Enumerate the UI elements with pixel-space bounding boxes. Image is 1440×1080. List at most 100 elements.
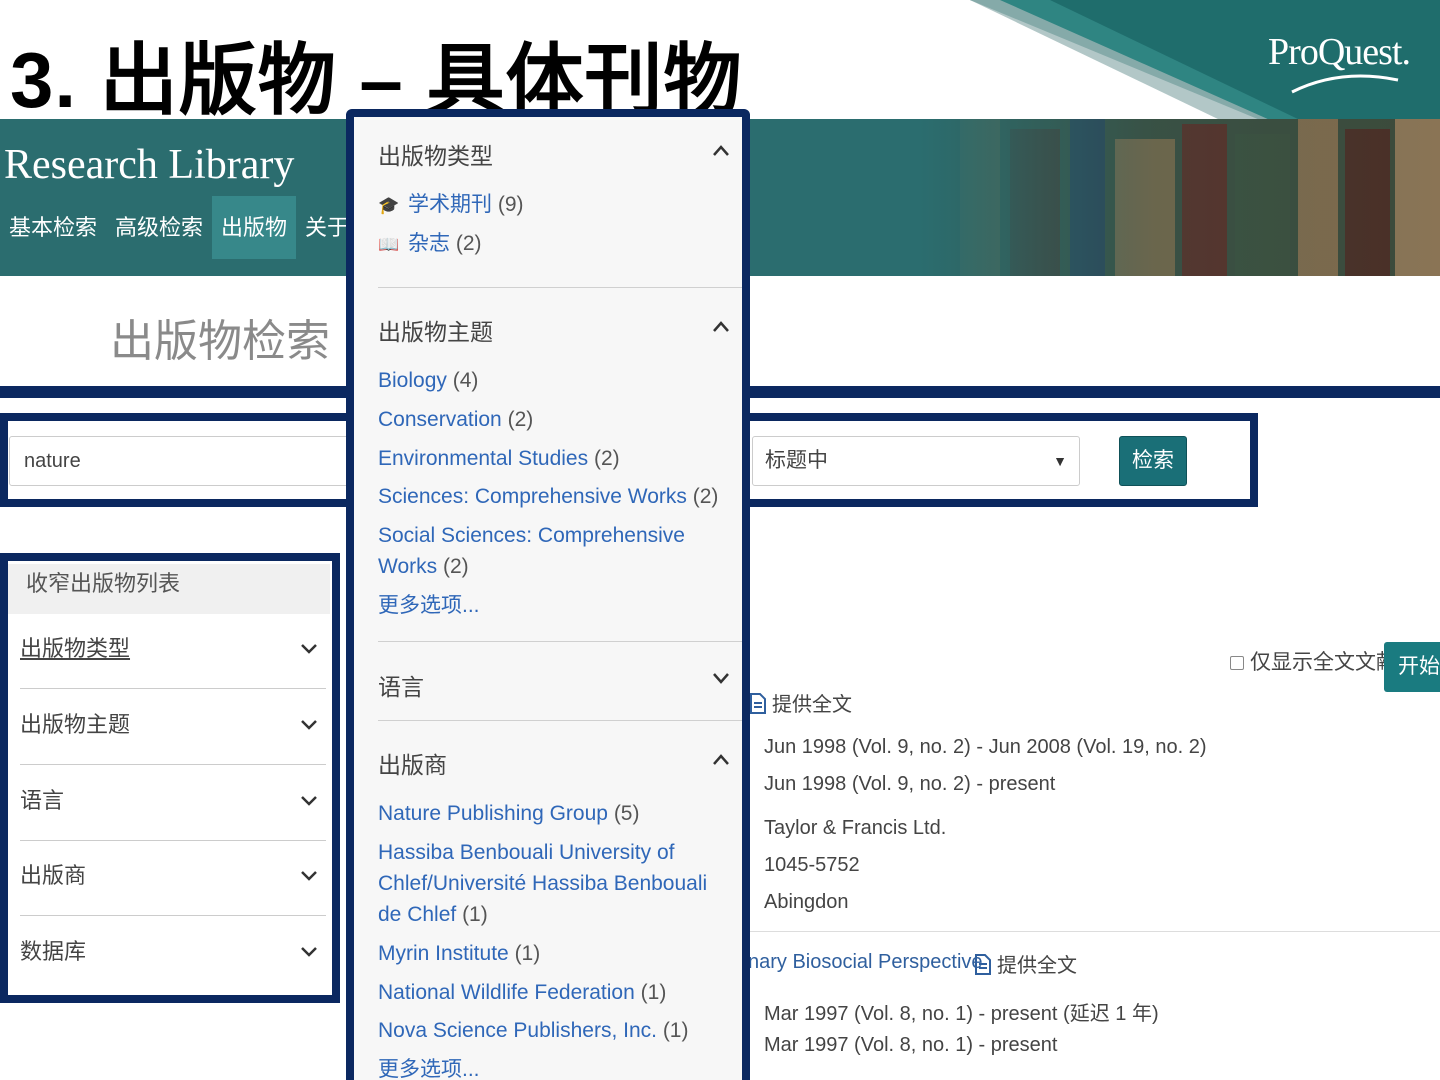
result-divider — [748, 931, 1440, 932]
narrow-panel-heading: 收窄出版物列表 — [8, 564, 330, 614]
filter-option[interactable]: Nature Publishing Group (5) — [378, 798, 728, 829]
filter-option[interactable]: Sciences: Comprehensive Works (2) — [378, 481, 728, 512]
filter-option-count: (5) — [613, 802, 640, 825]
filter-section-publisher[interactable]: 出版商 — [378, 746, 447, 780]
document-icon — [750, 693, 766, 714]
fulltext-available-label: 提供全文 — [772, 694, 852, 716]
search-scope-value: 标题中 — [765, 449, 828, 472]
nav-basic-search[interactable]: 基本检索 — [0, 196, 106, 259]
search-scope-select[interactable]: 标题中 ▼ — [752, 436, 1080, 486]
coverage-text: Jun 1998 (Vol. 9, no. 2) - Jun 2008 (Vol… — [764, 736, 1207, 758]
filter-option[interactable]: Conservation (2) — [378, 404, 728, 435]
filter-option[interactable]: National Wildlife Federation (1) — [378, 977, 728, 1008]
filter-option-label: Nova Science Publishers, Inc. — [378, 1019, 657, 1042]
fulltext-available-label: 提供全文 — [997, 955, 1077, 977]
narrow-section-label: 语言 — [20, 788, 65, 813]
filter-option[interactable]: 🎓 学术期刊 (9) — [378, 189, 728, 221]
checkbox-icon — [1230, 656, 1244, 670]
filter-option[interactable]: Hassiba Benbouali University of Chlef/Un… — [378, 837, 723, 930]
narrow-section-publisher[interactable]: 出版商 — [20, 840, 326, 916]
brand-name: Research Library — [4, 142, 295, 188]
publisher-text: Taylor & Francis Ltd. — [764, 817, 947, 839]
chevron-down-icon — [301, 644, 317, 654]
page-title: 出版物检索 — [110, 317, 330, 366]
fulltext-only-label: 仅显示全文文献 — [1250, 651, 1397, 674]
filter-panel: 出版物类型 🎓 学术期刊 (9) 📖 杂志 (2) 出版物主题 Biology (4… — [346, 109, 750, 1080]
chevron-down-icon — [301, 871, 317, 881]
more-options-link[interactable]: 更多选项... — [378, 1054, 728, 1080]
filter-option-count: (1) — [662, 1019, 689, 1042]
search-input[interactable]: nature — [9, 436, 359, 486]
filter-section-language[interactable]: 语言 — [378, 668, 424, 702]
filter-option-count: (2) — [593, 447, 620, 470]
chevron-up-icon[interactable] — [712, 319, 730, 333]
filter-option-label: Conservation — [378, 408, 502, 431]
start-button[interactable]: 开始 — [1384, 642, 1440, 692]
section-divider — [378, 287, 742, 288]
filter-option-label: National Wildlife Federation — [378, 981, 635, 1004]
chevron-down-icon[interactable] — [712, 671, 730, 685]
place-text: Abingdon — [764, 891, 849, 913]
chevron-up-icon[interactable] — [712, 752, 730, 766]
fulltext-available-link[interactable]: 提供全文 — [975, 949, 1077, 978]
filter-option[interactable]: Social Sciences: Comprehensive Works (2) — [378, 520, 698, 582]
filter-option-label: Myrin Institute — [378, 942, 509, 965]
filter-option[interactable]: Nova Science Publishers, Inc. (1) — [378, 1015, 728, 1046]
more-options-link[interactable]: 更多选项... — [378, 590, 728, 621]
chevron-down-icon — [301, 796, 317, 806]
filter-option-label: 杂志 — [408, 232, 450, 255]
filter-option-count: (1) — [462, 903, 488, 926]
coverage-text: Mar 1997 (Vol. 8, no. 1) - present — [764, 1034, 1058, 1056]
filter-option[interactable]: Environmental Studies (2) — [378, 443, 728, 474]
coverage-text: Jun 1998 (Vol. 9, no. 2) - present — [764, 773, 1056, 795]
main-nav: 基本检索 高级检索 出版物 关于 — [0, 196, 358, 259]
section-divider — [378, 720, 742, 721]
nav-publications[interactable]: 出版物 — [212, 196, 297, 259]
books-banner-image — [920, 119, 1440, 276]
nav-advanced-search[interactable]: 高级检索 — [106, 196, 212, 259]
narrow-section-subject[interactable]: 出版物主题 — [20, 689, 326, 765]
filter-option-count: (1) — [640, 981, 667, 1004]
document-icon — [975, 954, 991, 975]
graduation-cap-icon: 🎓 — [378, 196, 400, 215]
proquest-logo: ProQuest. — [1268, 31, 1411, 73]
issn-text: 1045-5752 — [764, 854, 860, 876]
filter-option-label: Nature Publishing Group — [378, 802, 608, 825]
chevron-down-icon — [301, 947, 317, 957]
narrow-section-label: 数据库 — [20, 939, 87, 964]
filter-option-label: Environmental Studies — [378, 447, 589, 470]
filter-option-label: Hassiba Benbouali University of Chlef/Un… — [378, 841, 708, 926]
filter-option-count: (1) — [514, 942, 541, 965]
section-divider — [378, 641, 742, 642]
narrow-section-label: 出版物主题 — [20, 712, 131, 737]
filter-option-label: 学术期刊 — [408, 193, 492, 216]
narrow-section-label: 出版商 — [20, 863, 87, 888]
fulltext-only-checkbox[interactable]: 仅显示全文文献 — [1230, 646, 1397, 676]
filter-section-subject[interactable]: 出版物主题 — [378, 313, 493, 347]
dropdown-arrow-icon: ▼ — [1053, 453, 1067, 469]
narrow-section-language[interactable]: 语言 — [20, 765, 326, 841]
coverage-text: Mar 1997 (Vol. 8, no. 1) - present (延迟 1… — [764, 1003, 1159, 1025]
filter-option[interactable]: Biology (4) — [378, 365, 728, 396]
open-book-icon: 📖 — [378, 235, 400, 254]
filter-option-count: (2) — [455, 232, 482, 255]
filter-option[interactable]: 📖 杂志 (2) — [378, 228, 728, 260]
filter-option-count: (2) — [442, 555, 469, 578]
filter-option-label: Social Sciences: Comprehensive Works — [378, 524, 685, 578]
fulltext-available-link[interactable]: 提供全文 — [750, 688, 852, 717]
narrow-section-database[interactable]: 数据库 — [20, 916, 326, 992]
chevron-down-icon — [301, 720, 317, 730]
filter-option-count: (2) — [692, 485, 719, 508]
filter-section-pub-type[interactable]: 出版物类型 — [378, 137, 493, 171]
narrow-section-pub-type[interactable]: 出版物类型 — [20, 613, 326, 689]
filter-option-count: (4) — [452, 369, 479, 392]
logo-swoosh-icon — [1291, 74, 1399, 94]
search-button[interactable]: 检索 — [1119, 436, 1187, 486]
filter-option-count: (2) — [507, 408, 534, 431]
filter-option-label: Biology — [378, 369, 447, 392]
filter-option-label: Sciences: Comprehensive Works — [378, 485, 687, 508]
filter-option[interactable]: Myrin Institute (1) — [378, 938, 728, 969]
chevron-up-icon[interactable] — [712, 143, 730, 157]
narrow-section-label: 出版物类型 — [20, 636, 131, 661]
result-title-link[interactable]: nary Biosocial Perspective — [748, 951, 983, 974]
